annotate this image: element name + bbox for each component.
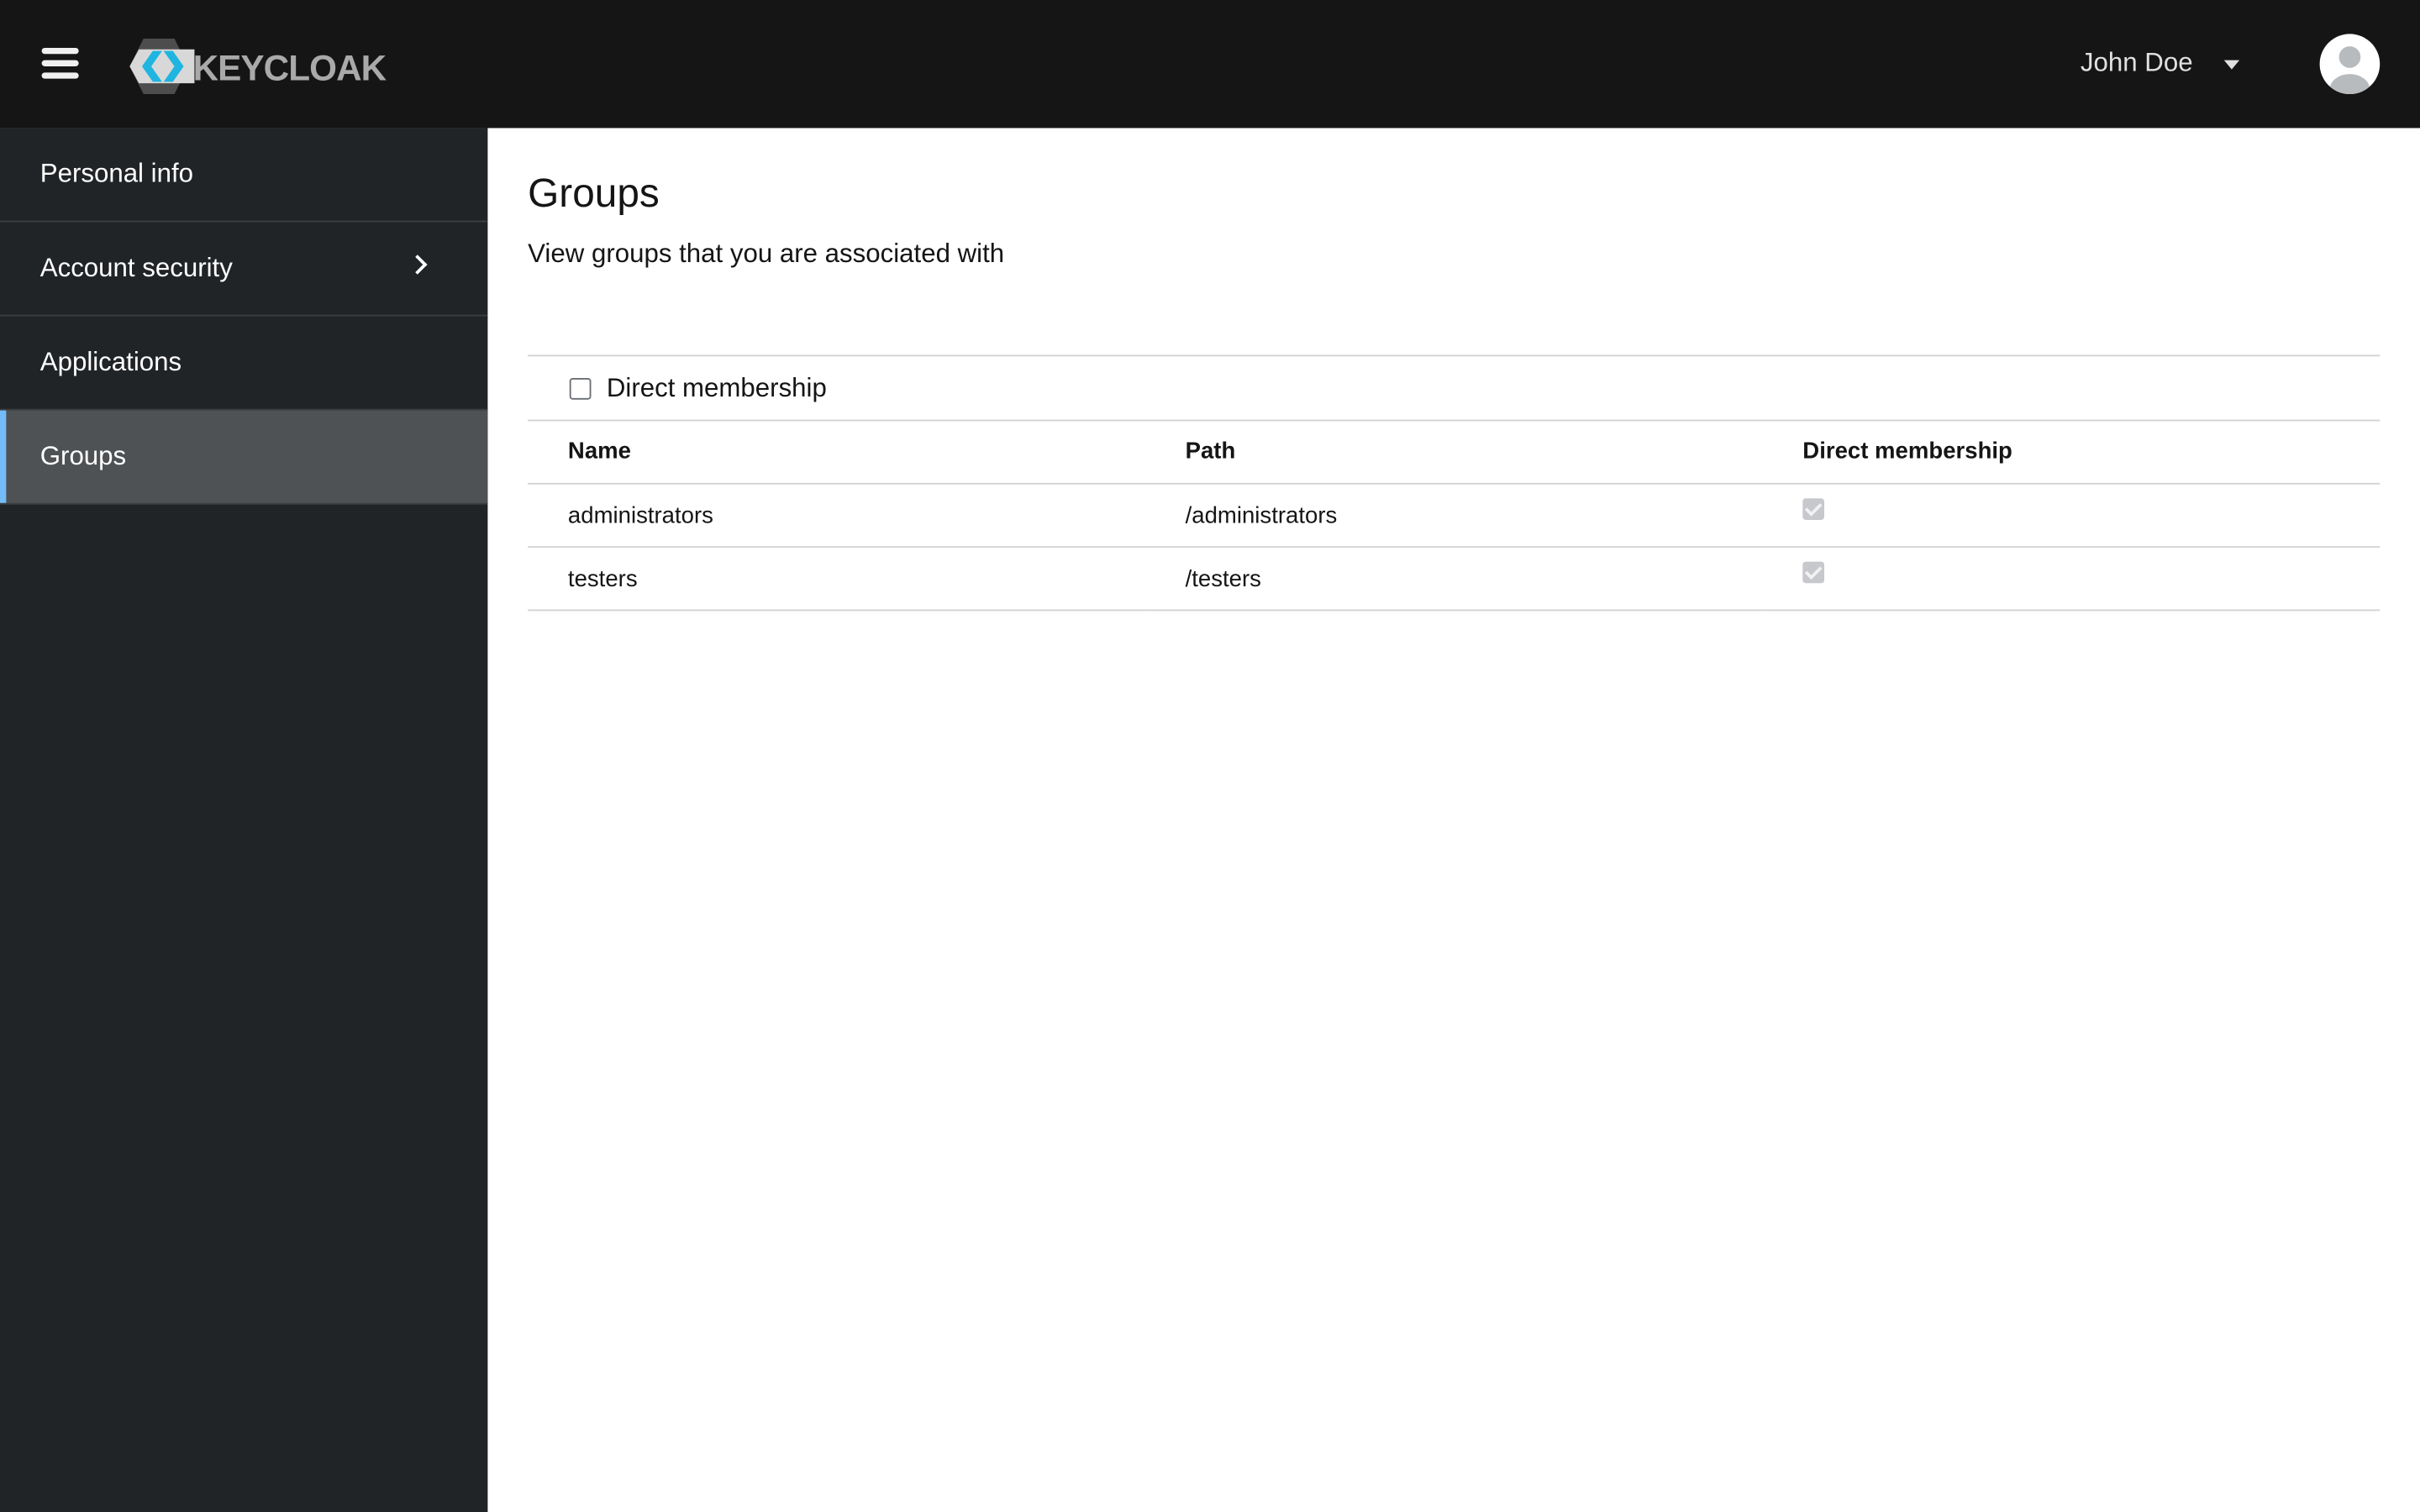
direct-membership-checked-icon — [1802, 561, 1825, 584]
sidebar-item-label: Applications — [39, 347, 182, 377]
top-bar: KEYCLOAK John Doe — [0, 0, 2420, 129]
app: KEYCLOAK John Doe Personal info Account … — [0, 0, 2420, 1512]
group-path: /testers — [1144, 547, 1763, 612]
table-row: administrators /administrators — [528, 483, 2381, 549]
column-header-name: Name — [528, 419, 1145, 485]
user-menu[interactable]: John Doe — [2081, 48, 2239, 79]
direct-membership-cell — [1762, 483, 2381, 549]
direct-membership-label[interactable]: Direct membership — [607, 373, 827, 404]
sidebar-item-applications[interactable]: Applications — [0, 317, 488, 411]
sidebar-item-groups[interactable]: Groups — [0, 410, 488, 505]
page-subtitle: View groups that you are associated with — [528, 239, 1005, 269]
sidebar-item-personal-info[interactable]: Personal info — [0, 128, 488, 223]
direct-membership-checked-icon — [1802, 498, 1825, 520]
table-row: testers /testers — [528, 547, 2381, 612]
direct-membership-filter: Direct membership — [528, 354, 2381, 422]
svg-text:KEYCLOAK: KEYCLOAK — [193, 49, 387, 88]
group-name: administrators — [528, 483, 1145, 549]
avatar[interactable] — [2319, 34, 2381, 95]
sidebar-item-label: Account security — [39, 253, 233, 283]
direct-membership-checkbox[interactable] — [569, 377, 592, 399]
table-header-row: Name Path Direct membership — [528, 419, 2381, 485]
chevron-right-icon — [408, 255, 428, 275]
caret-down-icon — [2223, 59, 2239, 69]
sidebar-item-label: Personal info — [39, 159, 194, 189]
direct-membership-cell — [1762, 547, 2381, 612]
column-header-path: Path — [1144, 419, 1763, 485]
menu-toggle-icon[interactable] — [41, 47, 79, 79]
group-path: /administrators — [1144, 483, 1763, 549]
sidebar-item-label: Groups — [39, 441, 127, 471]
page-title: Groups — [528, 170, 660, 217]
group-name: testers — [528, 547, 1145, 612]
column-header-direct-membership: Direct membership — [1762, 419, 2381, 485]
sidebar-item-account-security[interactable]: Account security — [0, 222, 488, 317]
sidebar: Personal info Account security Applicati… — [0, 128, 488, 1512]
user-name: John Doe — [2080, 47, 2193, 77]
user-avatar-icon — [2329, 46, 2370, 95]
keycloak-logo: KEYCLOAK — [129, 38, 388, 95]
groups-table: Name Path Direct membership administrato… — [528, 419, 2381, 612]
